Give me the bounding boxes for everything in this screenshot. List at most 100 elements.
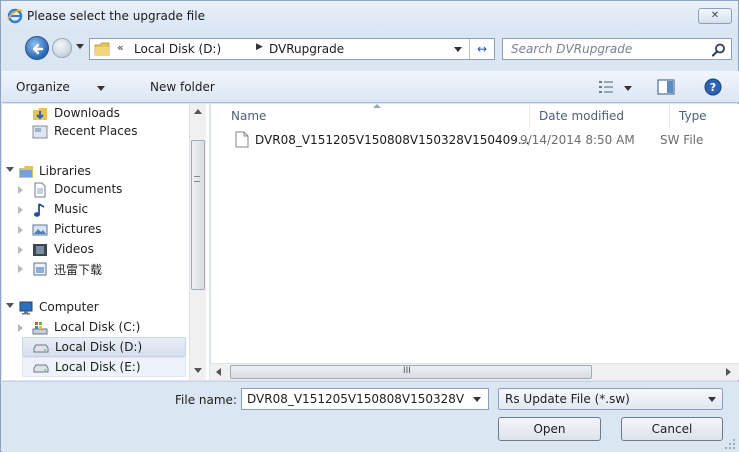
resize-grip-icon[interactable] [725, 439, 736, 450]
search-icon[interactable] [711, 42, 727, 58]
nav-item-local-disk-e[interactable]: Local Disk (E:) [22, 357, 186, 377]
nav-label: Music [54, 202, 89, 216]
collapse-arrow-icon[interactable] [18, 324, 23, 332]
column-divider[interactable] [529, 104, 530, 128]
libraries-icon [19, 166, 33, 178]
collapse-arrow-icon[interactable] [18, 206, 23, 214]
internet-explorer-icon [7, 8, 23, 24]
nav-label: Libraries [39, 164, 91, 178]
scroll-left-arrow-icon[interactable] [216, 368, 221, 376]
file-icon [235, 131, 249, 148]
sort-ascending-icon [373, 104, 381, 108]
address-overflow[interactable]: « [117, 41, 124, 54]
downloads-icon [33, 108, 47, 120]
back-button[interactable] [25, 36, 49, 60]
forward-button[interactable] [52, 38, 72, 58]
refresh-button[interactable]: ↔ [469, 39, 494, 59]
change-view-icon[interactable] [598, 80, 614, 94]
videos-icon [33, 244, 47, 256]
file-name-dropdown-arrow[interactable] [473, 397, 481, 402]
nav-item-videos[interactable]: Videos [6, 240, 186, 260]
nav-item-music[interactable]: Music [6, 200, 186, 220]
scrollbar-grip-icon [194, 176, 200, 182]
breadcrumb-local-disk-d[interactable]: Local Disk (D:) [134, 42, 221, 56]
pictures-icon [32, 224, 48, 236]
organize-dropdown-arrow[interactable] [97, 86, 105, 91]
collapse-arrow-icon[interactable] [18, 246, 23, 254]
nav-item-local-disk-d[interactable]: Local Disk (D:) [22, 337, 186, 357]
scroll-up-arrow-icon[interactable] [194, 109, 202, 114]
drive-icon [33, 364, 49, 373]
nav-item-computer[interactable]: Computer [6, 298, 186, 318]
nav-item-local-disk-c[interactable]: Local Disk (C:) [6, 318, 186, 338]
file-type-value: Rs Update File (*.sw) [505, 392, 630, 406]
nav-item-documents[interactable]: Documents [6, 180, 186, 200]
file-name: DVR08_V151205V150808V150328V150409... [255, 133, 530, 147]
scroll-down-arrow-icon[interactable] [194, 368, 202, 373]
collapse-arrow-icon[interactable] [18, 265, 23, 273]
search-input[interactable]: Search DVRupgrade [502, 38, 732, 60]
collapse-arrow-icon[interactable] [18, 186, 23, 194]
expand-arrow-icon[interactable] [6, 303, 14, 308]
open-button[interactable]: Open [498, 417, 601, 441]
search-placeholder: Search DVRupgrade [511, 42, 633, 56]
nav-label: Downloads [54, 106, 120, 120]
recent-places-icon [32, 125, 48, 139]
folder-icon [94, 42, 110, 56]
column-headers: Name Date modified Type [211, 104, 739, 128]
close-button[interactable]: ✕ [698, 8, 732, 24]
nav-item-libraries[interactable]: Libraries [6, 162, 186, 182]
expand-arrow-icon[interactable] [6, 167, 14, 172]
navigation-pane: Downloads Recent Places Libraries Docume… [2, 104, 209, 380]
file-open-dialog: Please select the upgrade file ✕ « Local… [0, 0, 739, 452]
nav-pane-scrollbar[interactable] [189, 104, 206, 380]
file-name-input[interactable]: DVR08_V151205V150808V150328V1 [247, 392, 465, 406]
collapse-arrow-icon[interactable] [18, 226, 23, 234]
nav-label: 迅雷下载 [54, 263, 103, 277]
system-drive-icon [32, 322, 48, 335]
nav-item-downloads[interactable]: Downloads [6, 104, 186, 124]
preview-pane-icon[interactable] [657, 79, 675, 95]
scrollbar-thumb[interactable]: III [230, 365, 592, 379]
column-divider[interactable] [669, 104, 670, 128]
cancel-button[interactable]: Cancel [621, 417, 723, 441]
column-header-type[interactable]: Type [679, 109, 707, 123]
command-bar: Organize New folder ? [2, 71, 739, 103]
address-dropdown-arrow[interactable] [454, 47, 462, 52]
nav-label: Pictures [54, 222, 102, 236]
column-header-date-modified[interactable]: Date modified [539, 109, 624, 123]
file-type-select[interactable]: Rs Update File (*.sw) [498, 388, 723, 410]
nav-label: Computer [39, 300, 99, 314]
svg-text:?: ? [710, 81, 716, 94]
organize-menu[interactable]: Organize [16, 80, 70, 94]
file-type: SW File [660, 133, 704, 147]
file-type-dropdown-arrow[interactable] [708, 397, 716, 402]
file-date-modified: 9/14/2014 8:50 AM [520, 133, 635, 147]
nav-label: Videos [54, 242, 94, 256]
help-icon[interactable]: ? [704, 78, 722, 96]
back-arrow-icon [32, 43, 44, 55]
file-list: Name Date modified Type DVR08_V151205V15… [210, 104, 739, 380]
recent-pages-dropdown[interactable] [76, 44, 84, 49]
file-list-horizontal-scrollbar[interactable]: III [210, 363, 739, 380]
scroll-right-arrow-icon[interactable] [726, 368, 731, 376]
nav-item-recent-places[interactable]: Recent Places [6, 122, 186, 142]
nav-item-pictures[interactable]: Pictures [6, 220, 186, 240]
nav-label: Local Disk (D:) [55, 340, 143, 354]
new-folder-button[interactable]: New folder [150, 80, 215, 94]
scrollbar-thumb[interactable] [191, 140, 205, 290]
column-header-name[interactable]: Name [231, 109, 266, 123]
breadcrumb-dvrupgrade[interactable]: DVRupgrade [269, 42, 344, 56]
address-bar[interactable]: « Local Disk (D:) ▶ DVRupgrade [89, 38, 495, 60]
view-options-dropdown[interactable] [624, 86, 632, 91]
title-bar: Please select the upgrade file ✕ [1, 1, 738, 31]
music-icon [34, 203, 45, 217]
file-row[interactable]: DVR08_V151205V150808V150328V150409... 9/… [230, 129, 739, 151]
nav-label: Local Disk (C:) [54, 320, 141, 334]
drive-icon [33, 344, 49, 353]
thunder-download-icon [33, 262, 47, 276]
nav-label: Documents [54, 182, 123, 196]
breadcrumb-separator[interactable]: ▶ [256, 42, 263, 52]
file-name-combobox[interactable]: DVR08_V151205V150808V150328V1 [241, 388, 489, 410]
nav-item-thunder-download[interactable]: 迅雷下载 [6, 259, 186, 279]
